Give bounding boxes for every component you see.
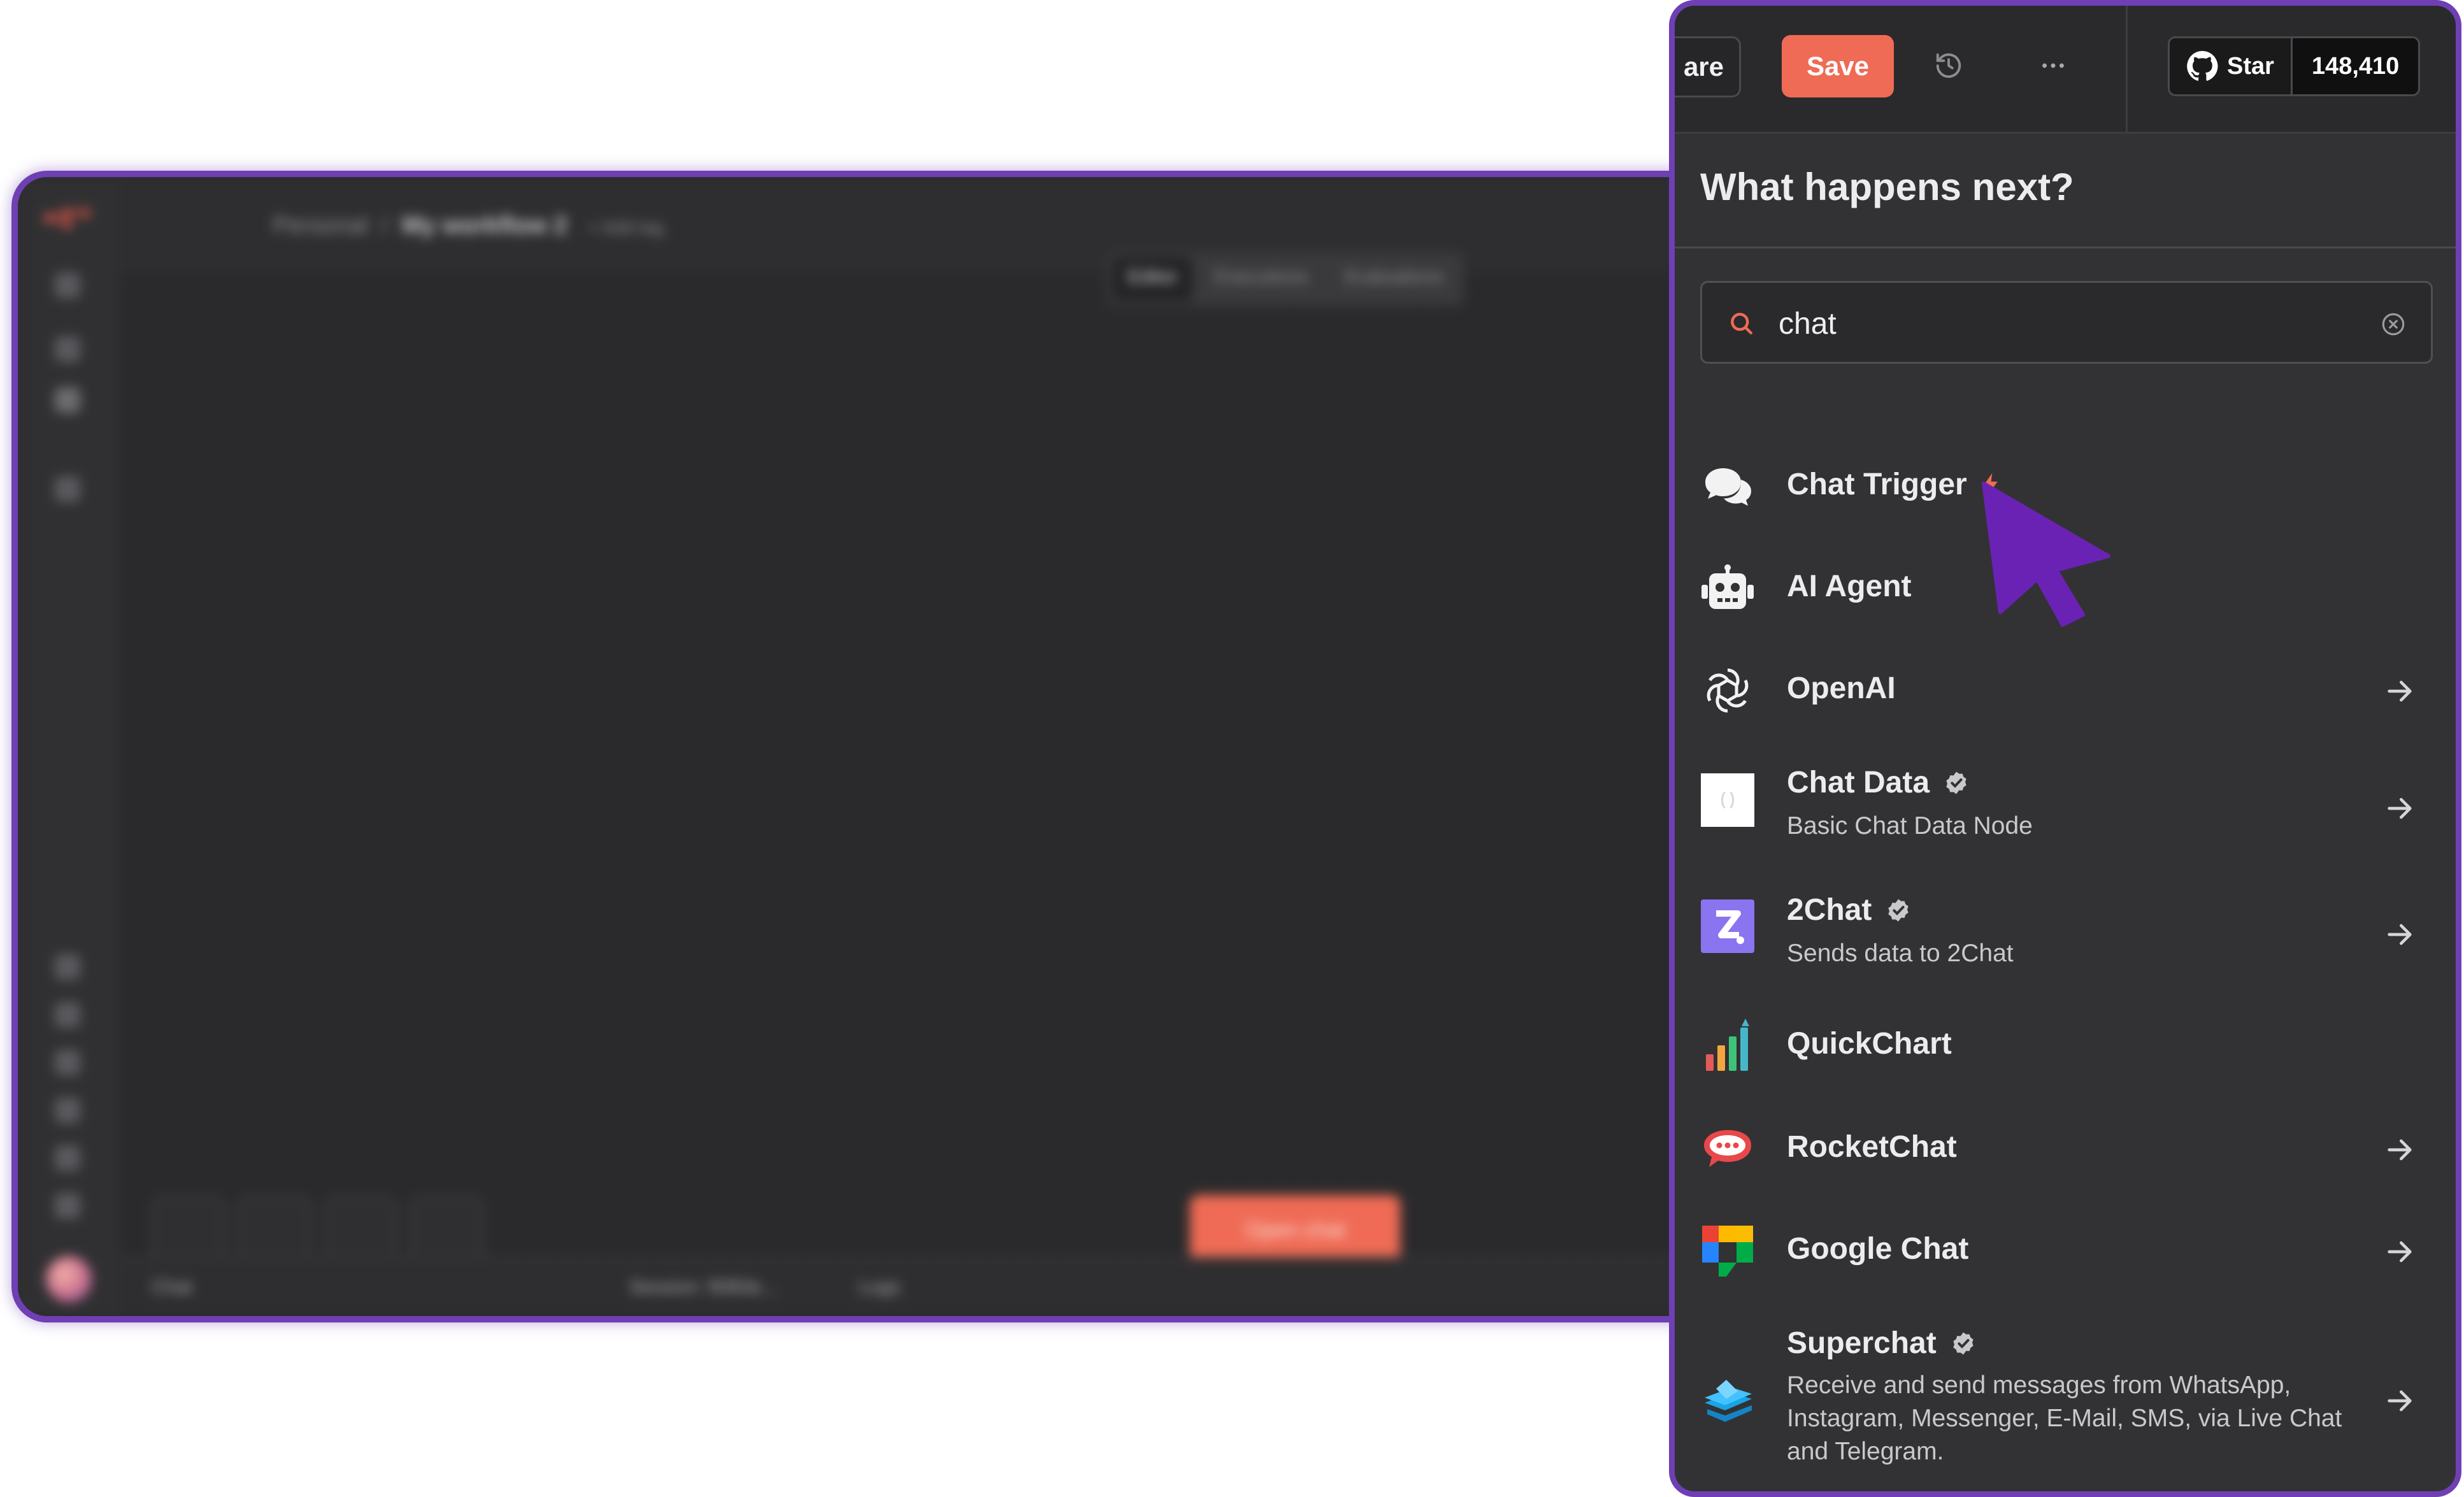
openai-icon — [1700, 663, 1755, 718]
result-2chat[interactable]: 2Chat Sends data to 2Chat — [1675, 878, 2456, 980]
save-button[interactable]: Save — [1782, 35, 1894, 97]
result-name: Chat Data — [1787, 765, 1969, 800]
n8n-logo-icon — [44, 208, 90, 229]
github-star-widget[interactable]: Star 148,410 — [2168, 36, 2421, 96]
home-icon[interactable] — [55, 336, 80, 362]
logs-label[interactable]: Logs — [859, 1277, 900, 1298]
github-star-label: Star — [2227, 52, 2274, 80]
more-options-icon[interactable] — [2035, 48, 2071, 83]
result-google-chat[interactable]: Google Chat — [1675, 1216, 2456, 1286]
chat-panel-label[interactable]: Chat — [152, 1277, 192, 1298]
clear-search-icon[interactable] — [2380, 311, 2407, 338]
github-star-count[interactable]: 148,410 — [2292, 38, 2419, 94]
editor-topbar: Personal / My workflow 2 + Add tag — [120, 177, 1738, 275]
insights-icon[interactable] — [55, 1002, 80, 1028]
personal-icon[interactable] — [55, 387, 80, 413]
save-label: Save — [1806, 51, 1870, 81]
result-description: Receive and send messages from WhatsApp,… — [1787, 1372, 2342, 1465]
panel-title: What happens next? — [1700, 166, 2074, 208]
github-icon — [2187, 51, 2218, 81]
result-name: RocketChat — [1787, 1130, 1957, 1164]
open-chat-label: Open chat — [1245, 1217, 1345, 1242]
result-name-text: Superchat — [1787, 1326, 1937, 1360]
github-star-count-value: 148,410 — [2311, 52, 2400, 80]
robot-icon — [1700, 561, 1755, 616]
workflow-editor-window: Personal / My workflow 2 + Add tag Edito… — [11, 171, 1744, 1322]
result-name: QuickChart — [1787, 1027, 1952, 1061]
result-quickchart[interactable]: QuickChart — [1675, 1011, 2456, 1081]
editor-tabs: Editor Executions Evaluations — [1107, 252, 1465, 306]
search-icon — [1731, 313, 1752, 334]
result-name: AI Agent — [1787, 569, 1912, 603]
breadcrumb-workflow-name[interactable]: My workflow 2 — [402, 212, 568, 239]
rocketchat-icon — [1700, 1122, 1755, 1177]
arrow-right-icon — [2388, 924, 2412, 945]
search-box — [1700, 281, 2433, 364]
tab-editor[interactable]: Editor — [1112, 257, 1193, 301]
share-button[interactable]: are — [1675, 36, 1741, 97]
open-chat-button[interactable]: Open chat — [1190, 1195, 1400, 1265]
result-name: 2Chat — [1787, 892, 1911, 928]
arrow-right-icon — [2388, 680, 2412, 702]
result-name-text: Chat Trigger — [1787, 468, 1967, 501]
result-description: Sends data to 2Chat — [1787, 940, 2014, 967]
workflow-canvas[interactable] — [120, 273, 1738, 1259]
result-openai[interactable]: OpenAI — [1675, 655, 2456, 726]
verified-badge-icon — [1888, 899, 1909, 921]
header-divider — [2126, 6, 2128, 132]
2chat-icon — [1700, 899, 1755, 954]
notifications-icon[interactable] — [55, 1193, 80, 1219]
add-tag-link[interactable]: + Add tag — [587, 217, 663, 237]
variables-icon[interactable] — [55, 1050, 80, 1075]
history-icon[interactable] — [1931, 48, 1966, 83]
panel-header: are Save Star 148,410 — [1675, 6, 2456, 134]
logs-bar: Chat Session: 9083e... Logs — [120, 1257, 1738, 1316]
result-name-text: 2Chat — [1787, 893, 1872, 927]
result-name: Superchat — [1787, 1326, 1976, 1361]
title-divider — [1675, 247, 2456, 248]
result-name: OpenAI — [1787, 671, 1896, 705]
result-name: Chat Trigger — [1787, 467, 2002, 502]
stats-icon[interactable] — [55, 1098, 80, 1123]
result-chat-data[interactable]: Chat Data Basic Chat Data Node — [1675, 751, 2456, 853]
session-label: Session: 9083e... — [629, 1277, 777, 1298]
node-creator-panel: are Save Star 148,410 What happens next?… — [1669, 0, 2461, 1497]
result-name: Google Chat — [1787, 1232, 1969, 1266]
breadcrumb: Personal / My workflow 2 + Add tag — [273, 212, 664, 239]
project-add-icon[interactable] — [55, 476, 80, 502]
quickchart-icon — [1700, 1017, 1755, 1072]
tab-evaluations[interactable]: Evaluations — [1329, 257, 1459, 301]
mouse-cursor-icon — [1982, 482, 2110, 627]
arrow-right-icon — [2388, 1241, 2412, 1263]
result-rocketchat[interactable]: RocketChat — [1675, 1114, 2456, 1184]
tab-executions[interactable]: Executions — [1199, 257, 1323, 301]
avatar[interactable] — [46, 1256, 92, 1302]
templates-icon[interactable] — [55, 954, 80, 980]
result-name-text: Chat Data — [1787, 766, 1930, 799]
verified-badge-icon — [1946, 771, 1966, 794]
arrow-right-icon — [2388, 1139, 2412, 1161]
help-icon[interactable] — [55, 1145, 80, 1171]
breadcrumb-personal[interactable]: Personal — [273, 212, 368, 239]
superchat-icon — [1700, 1373, 1755, 1428]
chat-data-icon — [1700, 773, 1755, 827]
add-icon[interactable] — [55, 273, 80, 298]
result-superchat[interactable]: Superchat Receive and send messages from… — [1675, 1317, 2456, 1489]
search-input[interactable] — [1777, 301, 2353, 347]
verified-badge-icon — [1953, 1332, 1973, 1354]
share-label: are — [1683, 52, 1724, 82]
result-description: Basic Chat Data Node — [1787, 812, 2033, 840]
github-star-button[interactable]: Star — [2170, 38, 2293, 94]
google-chat-icon — [1700, 1224, 1755, 1279]
arrow-right-icon — [2388, 1390, 2412, 1412]
chat-bubbles-icon — [1700, 459, 1755, 514]
editor-sidebar — [18, 177, 122, 1316]
arrow-right-icon — [2388, 798, 2412, 819]
